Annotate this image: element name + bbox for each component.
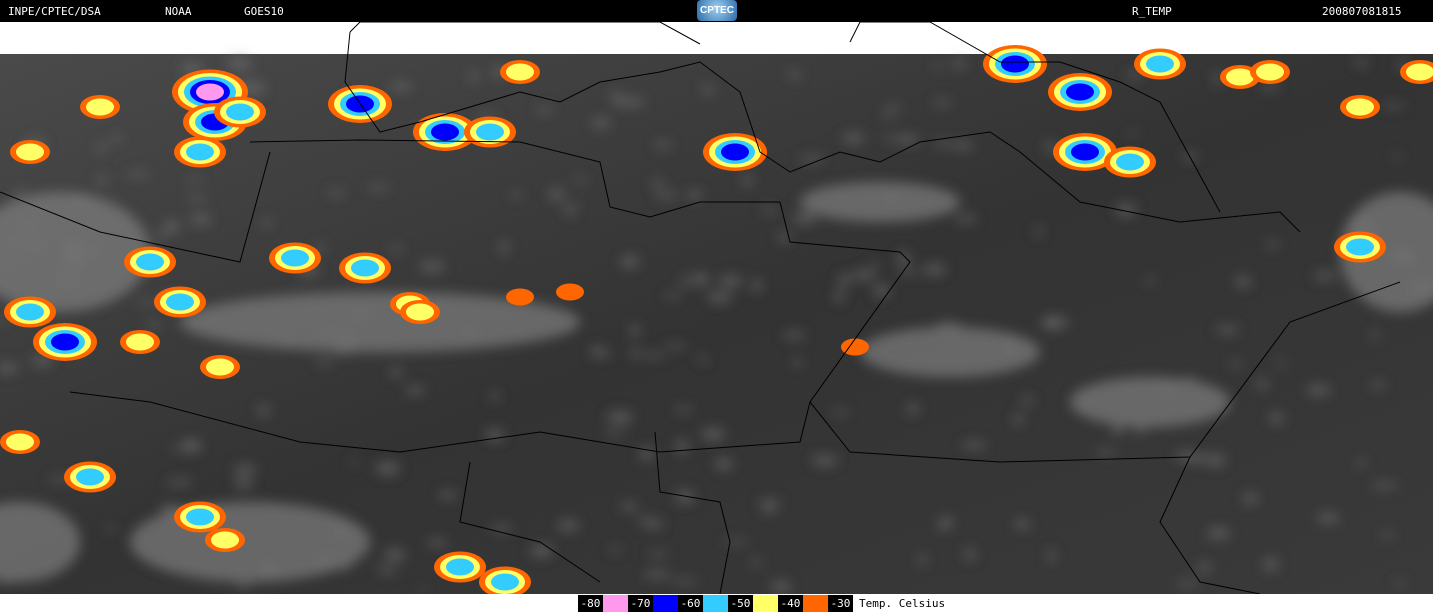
storm-cell (491, 573, 519, 591)
storm-cell (506, 288, 534, 306)
cptec-logo: CPTEC (697, 0, 737, 21)
legend-label: -30 (828, 595, 853, 612)
storm-cell (76, 468, 104, 486)
storm-cell (281, 249, 309, 267)
storm-cell (431, 123, 459, 141)
storm-cell (1066, 83, 1094, 101)
legend-label: -50 (728, 595, 753, 612)
storm-cell (351, 259, 379, 277)
header-bar: INPE/CPTEC/DSA NOAA GOES10 CPTEC R_TEMP … (0, 0, 1433, 22)
storm-cell (476, 123, 504, 141)
storm-cell (136, 253, 164, 271)
storm-cell (1001, 55, 1029, 73)
storm-cell (16, 303, 44, 321)
legend-label: -40 (778, 595, 803, 612)
storm-cell (556, 283, 584, 301)
temperature-legend: -80 -70 -60 -50 -40 -30 Temp. Celsius (578, 595, 945, 612)
legend-swatch (603, 595, 628, 612)
storm-cell (1146, 55, 1174, 73)
storm-cell (1226, 68, 1254, 86)
storm-cell (1116, 153, 1144, 171)
storm-cell (506, 63, 534, 81)
legend-label: -80 (578, 595, 603, 612)
legend-label: -60 (678, 595, 703, 612)
agency-label: NOAA (165, 5, 192, 18)
storm-cell (211, 531, 239, 549)
storm-cell (51, 333, 79, 351)
legend-swatch (753, 595, 778, 612)
storm-cell (126, 333, 154, 351)
storm-cell (196, 83, 224, 101)
storm-cell (6, 433, 34, 451)
storm-cell (86, 98, 114, 116)
storm-cell (1256, 63, 1284, 81)
storm-cell (186, 508, 214, 526)
legend-unit: Temp. Celsius (859, 597, 946, 610)
legend-swatch (703, 595, 728, 612)
storm-cell (721, 143, 749, 161)
storm-cell (16, 143, 44, 161)
storm-cell (206, 358, 234, 376)
storm-cell (1346, 238, 1374, 256)
storm-cell (186, 143, 214, 161)
legend-label: -70 (628, 595, 653, 612)
legend-swatch (653, 595, 678, 612)
storm-cell (166, 293, 194, 311)
legend-swatch (803, 595, 828, 612)
satellite-image (0, 22, 1433, 594)
storm-cell (406, 303, 434, 321)
storm-cell (446, 558, 474, 576)
storm-cell (1071, 143, 1099, 161)
product-label: R_TEMP (1132, 5, 1172, 18)
timestamp-label: 200807081815 (1322, 5, 1402, 18)
storm-cell (226, 103, 254, 121)
storm-cell (1406, 63, 1433, 81)
storm-cell (1346, 98, 1374, 116)
source-label: INPE/CPTEC/DSA (8, 5, 101, 18)
satellite-label: GOES10 (244, 5, 284, 18)
